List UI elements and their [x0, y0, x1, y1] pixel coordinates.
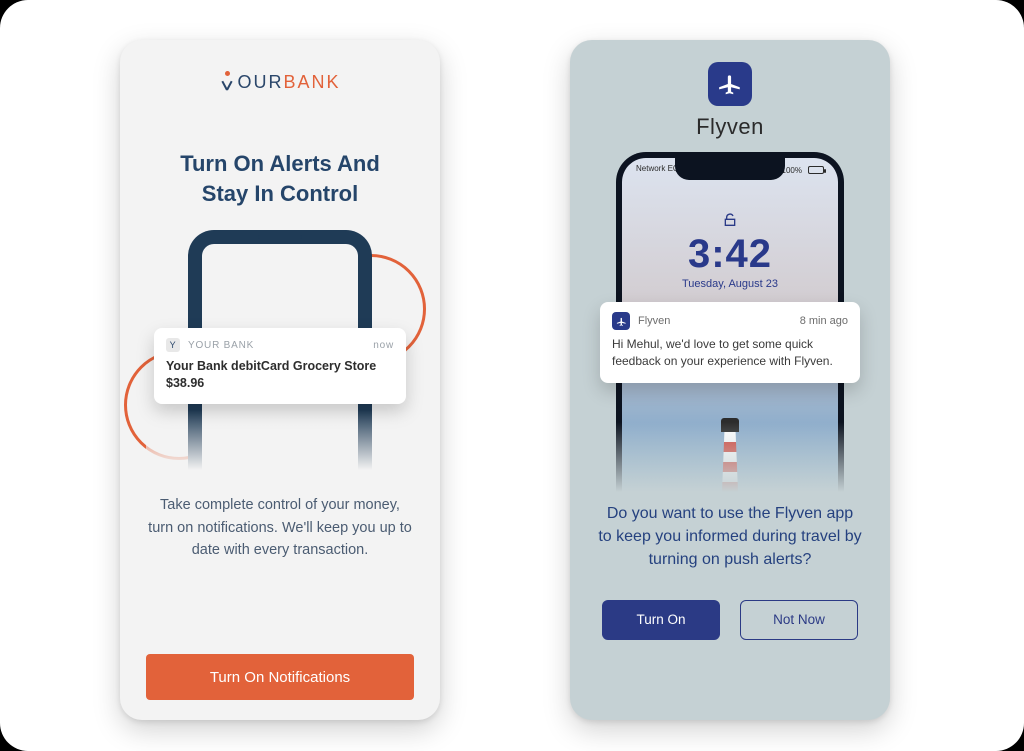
yourbank-notif-amount: $38.96 — [166, 375, 394, 392]
yourbank-logo: OURBANK — [146, 72, 414, 93]
phone-notch — [675, 158, 785, 180]
turn-on-button[interactable]: Turn On — [602, 600, 720, 640]
yourbank-card: OURBANK Turn On Alerts And Stay In Contr… — [120, 40, 440, 720]
flyven-device-illustration: Network EQ 100% 3:42 Tuesday, August 23 — [594, 152, 866, 492]
lockscreen-date: Tuesday, August 23 — [622, 278, 838, 290]
flyven-logo: Flyven — [594, 62, 866, 140]
battery-icon — [808, 166, 824, 174]
yourbank-brand-word2: BANK — [283, 72, 340, 92]
stage: OURBANK Turn On Alerts And Stay In Contr… — [0, 0, 1024, 751]
flyven-brand-name: Flyven — [594, 114, 866, 140]
flyven-card: Flyven Network EQ 100% — [570, 40, 890, 720]
unlock-icon — [722, 212, 738, 228]
flyven-actions: Turn On Not Now — [594, 600, 866, 640]
flyven-badge-icon — [708, 62, 752, 106]
flyven-notification: Flyven 8 min ago Hi Mehul, we'd love to … — [600, 302, 860, 383]
yourbank-notif-app-icon: Y — [166, 338, 180, 352]
yourbank-notif-app: YOUR BANK — [188, 340, 254, 351]
yourbank-notif-time: now — [373, 340, 394, 351]
flyven-notif-time: 8 min ago — [800, 315, 848, 327]
yourbank-brand-word1: OUR — [237, 72, 283, 92]
yourbank-title: Turn On Alerts And Stay In Control — [155, 149, 405, 208]
turn-on-notifications-button[interactable]: Turn On Notifications — [146, 654, 414, 700]
yourbank-illustration: Y YOUR BANK now Your Bank debitCard Groc… — [146, 230, 414, 470]
not-now-button[interactable]: Not Now — [740, 600, 858, 640]
yourbank-notification: Y YOUR BANK now Your Bank debitCard Groc… — [154, 328, 406, 404]
flyven-notif-body: Hi Mehul, we'd love to get some quick fe… — [612, 336, 848, 371]
flyven-notif-app-icon — [612, 312, 630, 330]
lockscreen-time: 3:42 — [622, 232, 838, 277]
airplane-icon — [717, 71, 743, 97]
status-carrier: Network EQ — [636, 164, 679, 176]
yourbank-logomark-icon — [219, 74, 235, 90]
flyven-notif-app: Flyven — [638, 315, 670, 327]
flyven-question: Do you want to use the Flyven app to kee… — [594, 502, 866, 572]
yourbank-notif-line1: Your Bank debitCard Grocery Store — [166, 359, 376, 373]
yourbank-description: Take complete control of your money, tur… — [146, 494, 414, 561]
